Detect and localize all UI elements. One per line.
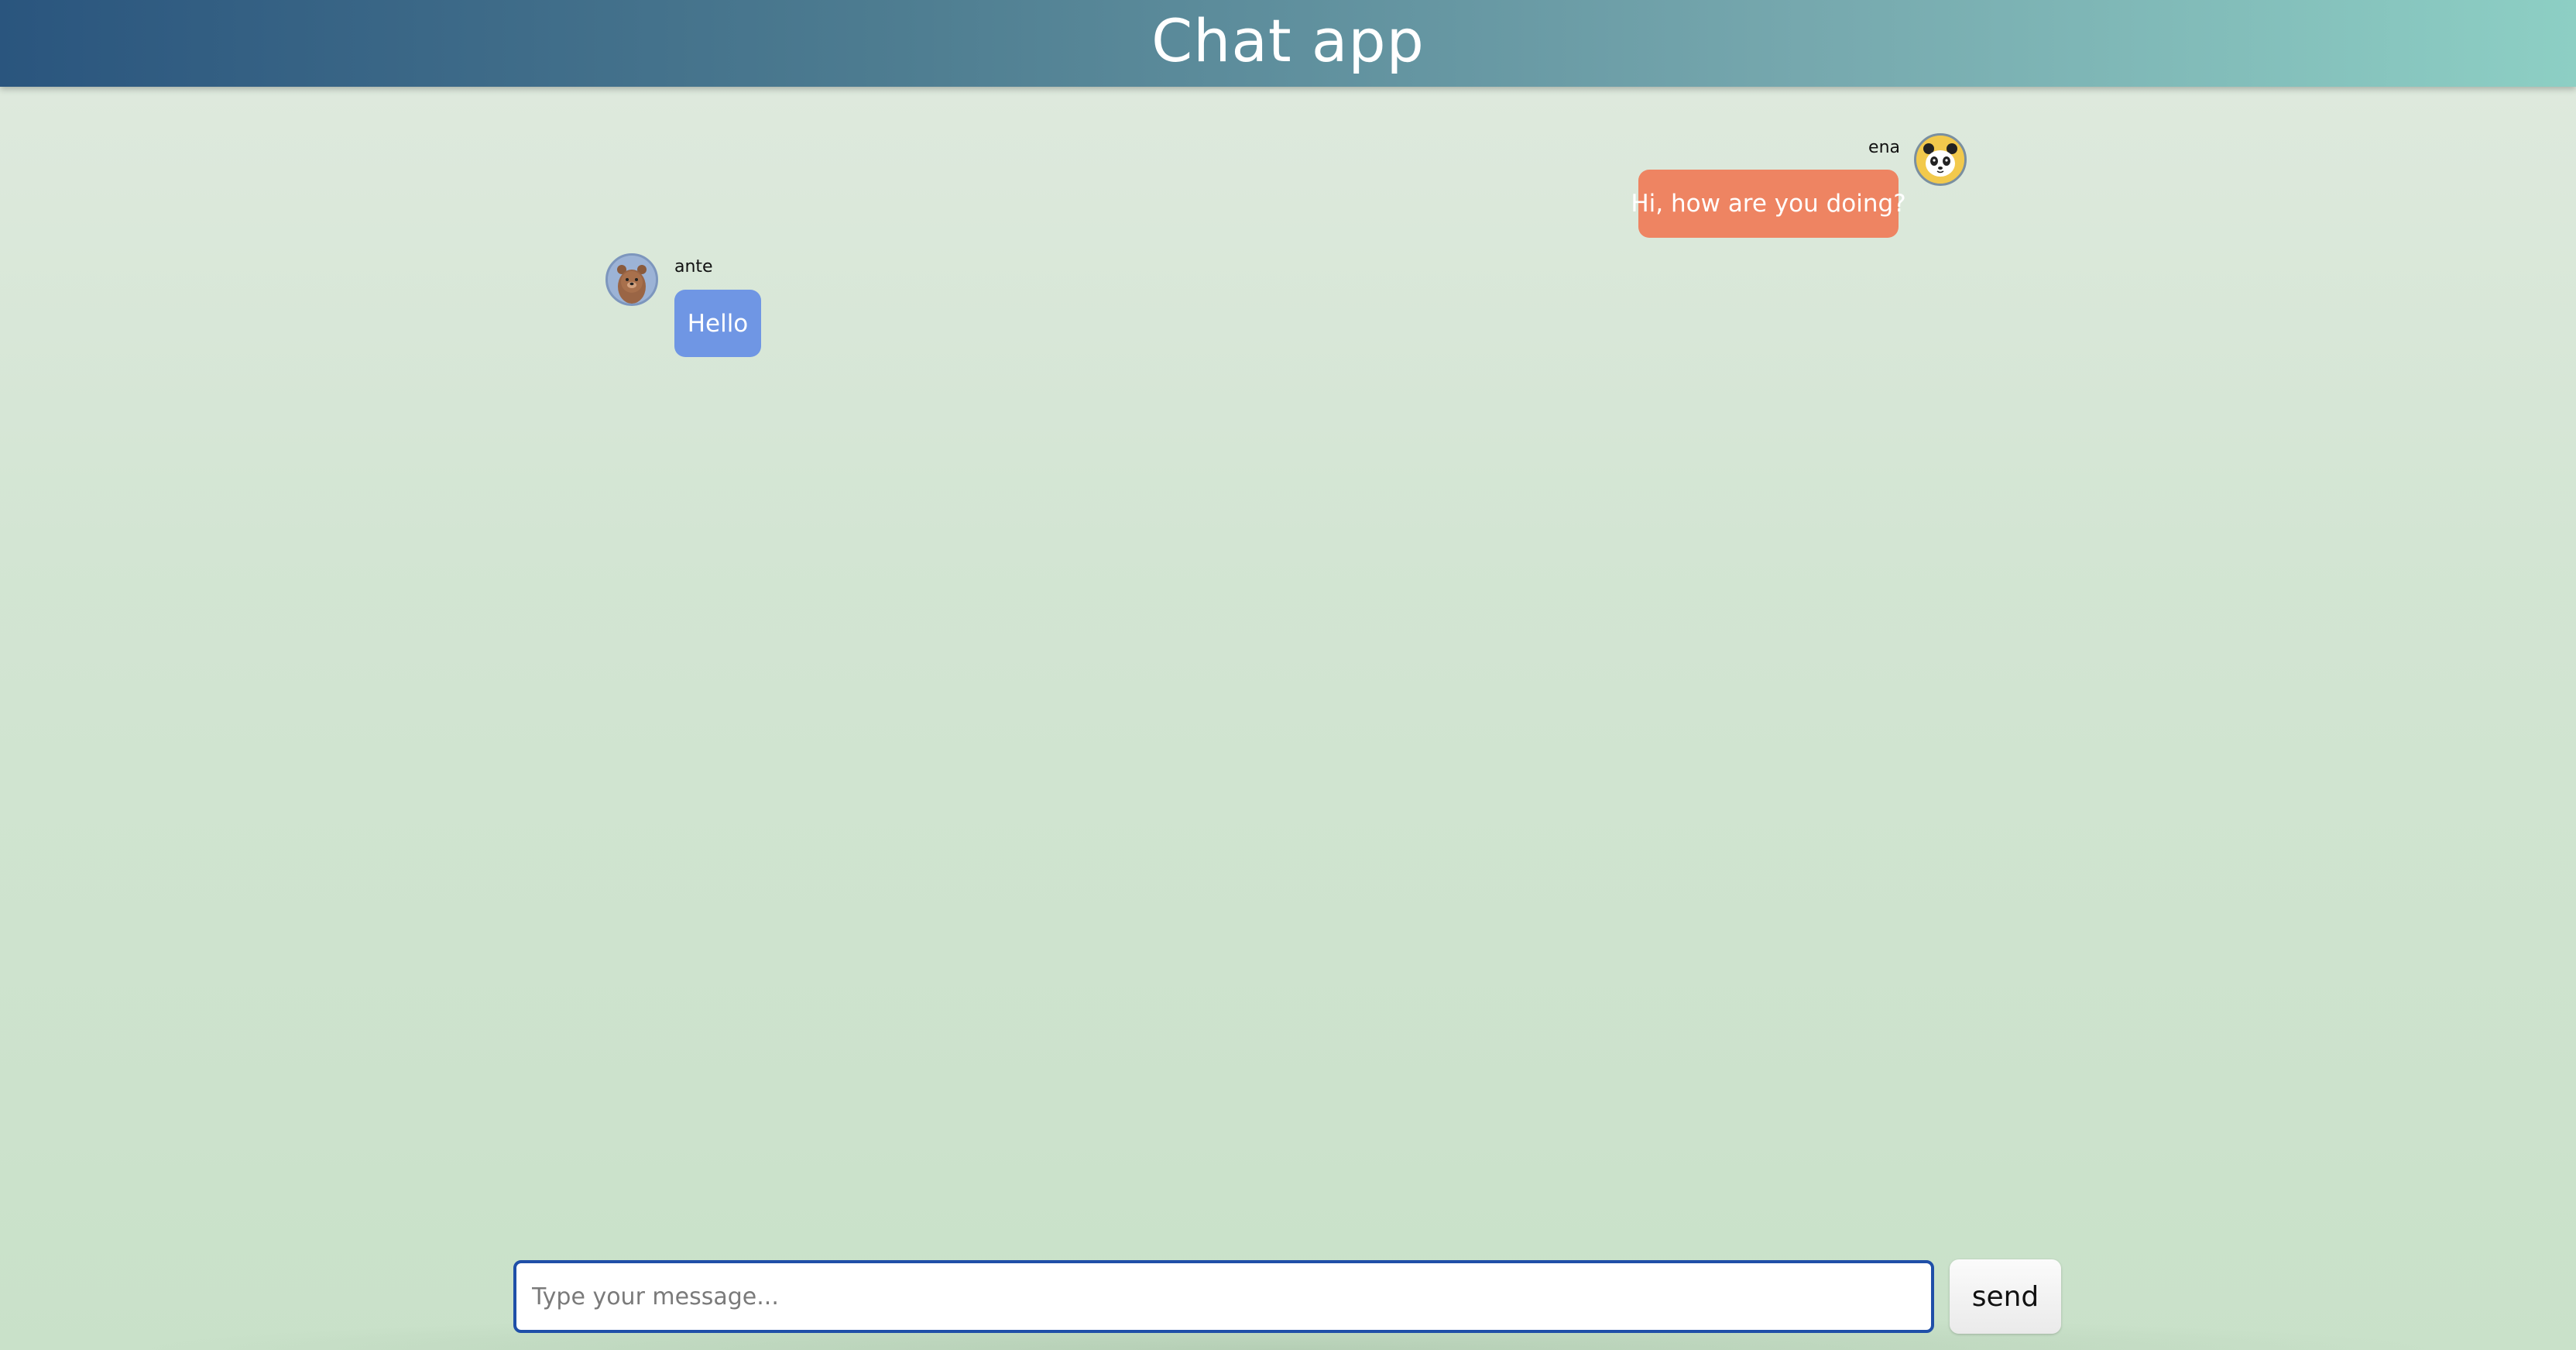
message-input[interactable] (513, 1260, 1934, 1333)
send-button[interactable]: send (1950, 1259, 2061, 1334)
message-sender-name: ena (1868, 138, 1900, 157)
message-bubble: Hello (674, 290, 761, 357)
chat-app: Chat app ena Hi, how are you doing? ante… (0, 0, 2576, 1350)
message-sender-name: ante (674, 257, 713, 277)
message-bubble: Hi, how are you doing? (1631, 170, 1906, 238)
app-title: Chat app (1151, 5, 1425, 75)
bear-avatar-icon (605, 253, 658, 306)
panda-avatar-icon (1914, 133, 1967, 186)
app-header: Chat app (0, 0, 2576, 87)
